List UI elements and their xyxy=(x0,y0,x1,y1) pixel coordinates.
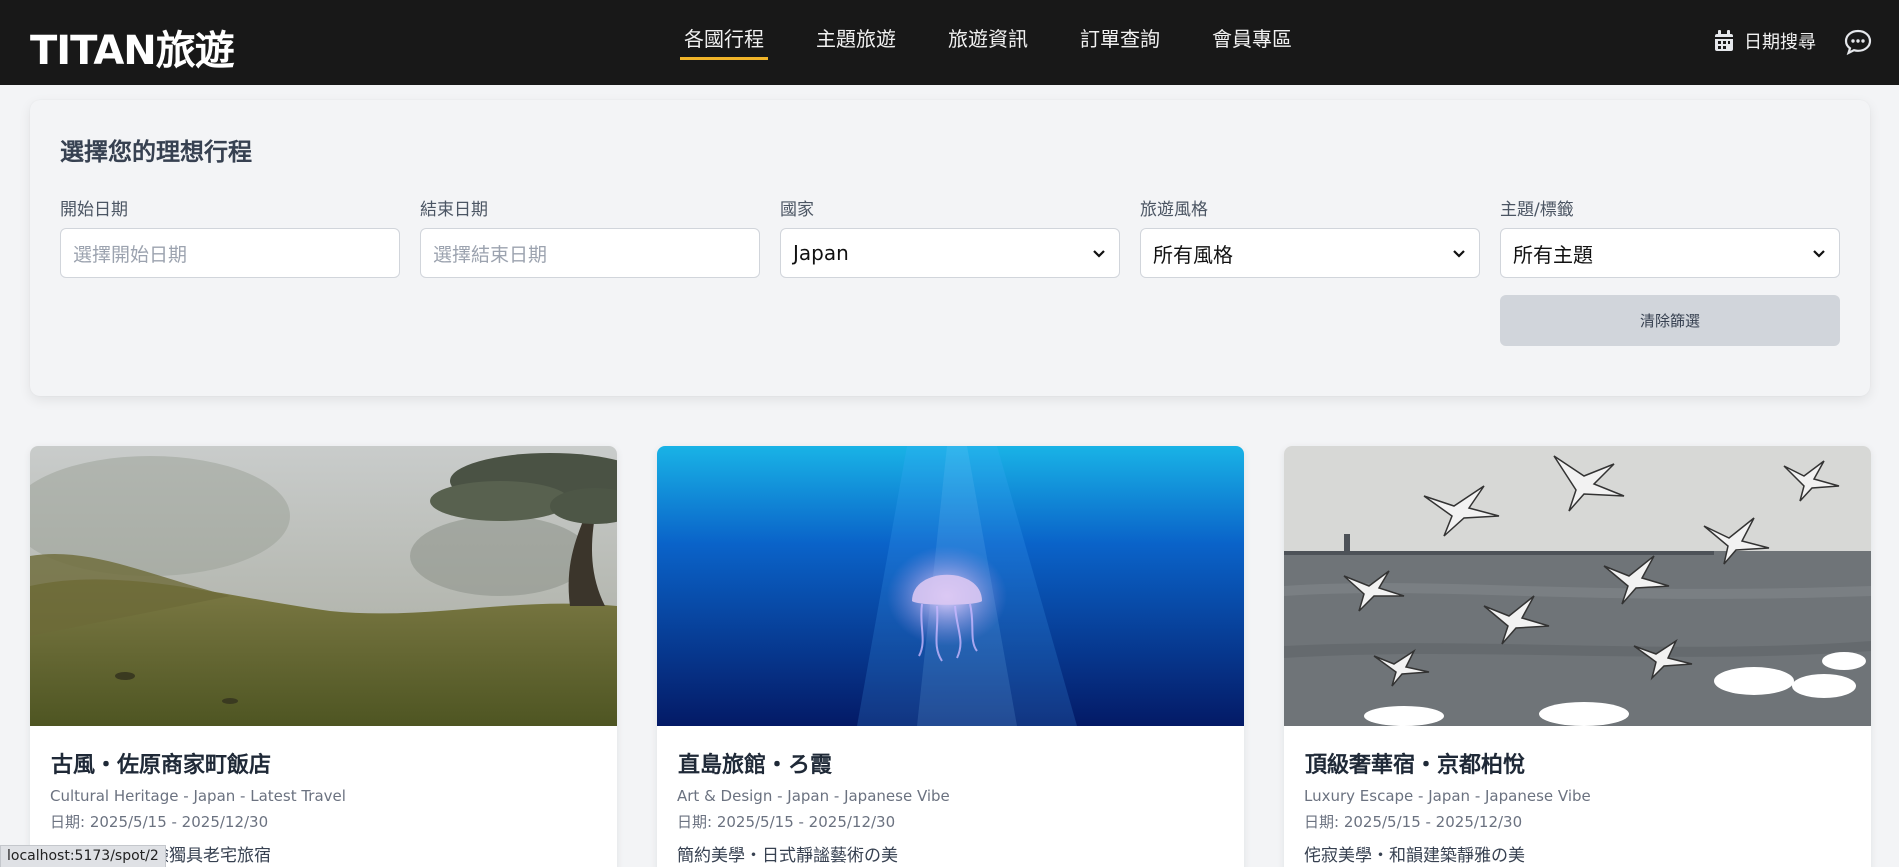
start-date-input[interactable]: 選擇開始日期 xyxy=(60,228,400,278)
theme-select[interactable]: 所有主題 xyxy=(1500,228,1840,278)
start-date-field: 開始日期 選擇開始日期 xyxy=(60,195,400,278)
card-tags: Art & Design - Japan - Japanese Vibe xyxy=(677,787,950,805)
card-title[interactable]: 直島旅館・ろ霞 xyxy=(678,747,832,779)
card-title[interactable]: 古風・佐原商家町飯店 xyxy=(51,747,271,779)
country-select-value: Japan xyxy=(793,241,849,265)
clear-filters-button[interactable]: 清除篩選 xyxy=(1500,295,1840,346)
nav-item-themes[interactable]: 主題旅遊 xyxy=(790,0,922,85)
tour-card[interactable]: 直島旅館・ろ霞 Art & Design - Japan - Japanese … xyxy=(657,446,1244,867)
theme-field: 主題/標籤 所有主題 xyxy=(1500,195,1840,278)
chevron-down-icon xyxy=(1453,250,1465,258)
nav-item-orders[interactable]: 訂單查詢 xyxy=(1054,0,1186,85)
style-select-value: 所有風格 xyxy=(1153,242,1233,267)
card-dates: 日期: 2025/5/15 - 2025/12/30 xyxy=(1304,813,1523,831)
nav-item-countries[interactable]: 各國行程 xyxy=(658,0,790,85)
filter-panel: 選擇您的理想行程 開始日期 選擇開始日期 結束日期 選擇結束日期 國家 Japa… xyxy=(30,100,1870,396)
theme-label: 主題/標籤 xyxy=(1500,200,1574,220)
link-preview-status-bar: localhost:5173/spot/2 xyxy=(0,845,166,867)
style-field: 旅遊風格 所有風格 xyxy=(1140,195,1480,278)
card-tags: Cultural Heritage - Japan - Latest Trave… xyxy=(50,787,346,805)
chat-icon[interactable] xyxy=(1844,28,1872,56)
country-field: 國家 Japan xyxy=(780,195,1120,278)
top-nav-bar: TITAN旅遊 各國行程 主題旅遊 旅遊資訊 訂單查詢 會員專區 日期搜尋 xyxy=(0,0,1899,85)
country-select[interactable]: Japan xyxy=(780,228,1120,278)
style-label: 旅遊風格 xyxy=(1140,200,1208,220)
end-date-label: 結束日期 xyxy=(420,200,488,220)
tour-card[interactable]: 頂級奢華宿・京都柏悅 Luxury Escape - Japan - Japan… xyxy=(1284,446,1871,867)
main-nav: 各國行程 主題旅遊 旅遊資訊 訂單查詢 會員專區 xyxy=(658,0,1318,85)
card-dates: 日期: 2025/5/15 - 2025/12/30 xyxy=(677,813,896,831)
filter-panel-title: 選擇您的理想行程 xyxy=(60,138,252,166)
card-tags: Luxury Escape - Japan - Japanese Vibe xyxy=(1304,787,1591,805)
style-select[interactable]: 所有風格 xyxy=(1140,228,1480,278)
calendar-icon xyxy=(1715,30,1733,51)
card-title[interactable]: 頂級奢華宿・京都柏悅 xyxy=(1305,747,1525,779)
chevron-down-icon xyxy=(1093,250,1105,258)
chevron-down-icon xyxy=(1813,250,1825,258)
card-image-foggy-hillside[interactable] xyxy=(30,446,617,726)
date-search-button[interactable]: 日期搜尋 xyxy=(1714,28,1816,54)
end-date-input[interactable]: 選擇結束日期 xyxy=(420,228,760,278)
country-label: 國家 xyxy=(780,200,814,220)
nav-item-members[interactable]: 會員專區 xyxy=(1186,0,1318,85)
end-date-field: 結束日期 選擇結束日期 xyxy=(420,195,760,278)
date-search-label: 日期搜尋 xyxy=(1744,32,1816,53)
card-description: 簡約美學・日式靜謐藝術の美 xyxy=(677,846,898,866)
card-description: 侘寂美學・和韻建築靜雅の美 xyxy=(1304,846,1525,866)
card-image-seagulls[interactable] xyxy=(1284,446,1871,726)
theme-select-value: 所有主題 xyxy=(1513,242,1593,267)
card-dates: 日期: 2025/5/15 - 2025/12/30 xyxy=(50,813,269,831)
nav-item-travel-info[interactable]: 旅遊資訊 xyxy=(922,0,1054,85)
tour-card[interactable]: 古風・佐原商家町飯店 Cultural Heritage - Japan - L… xyxy=(30,446,617,867)
start-date-label: 開始日期 xyxy=(60,200,128,220)
card-image-jellyfish[interactable] xyxy=(657,446,1244,726)
site-logo[interactable]: TITAN旅遊 xyxy=(30,18,235,76)
